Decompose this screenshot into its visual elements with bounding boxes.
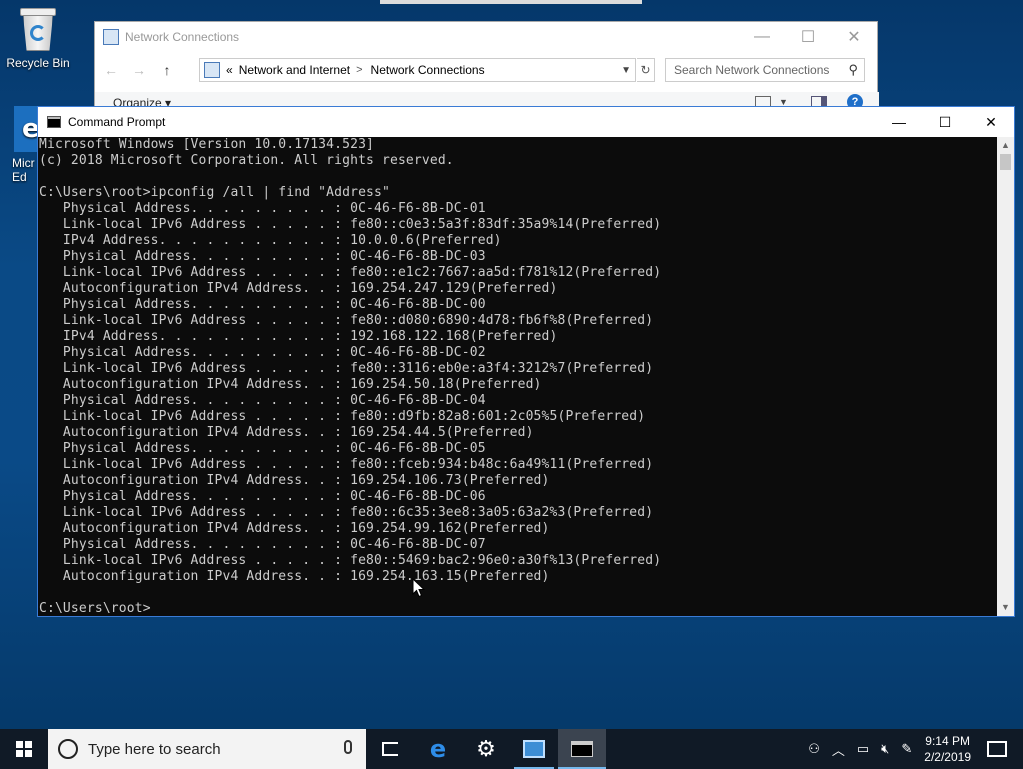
console-line: Physical Address. . . . . . . . . : 0C-4… [39,345,486,360]
console-line: Autoconfiguration IPv4 Address. . : 169.… [39,473,550,488]
console-line: Link-local IPv6 Address . . . . . : fe80… [39,457,654,472]
console-line: Physical Address. . . . . . . . . : 0C-4… [39,489,486,504]
cmd-title-bar[interactable]: Command Prompt [38,107,1014,137]
console-line: Autoconfiguration IPv4 Address. . : 169.… [39,569,550,584]
task-view-button[interactable] [366,729,414,769]
breadcrumb-overflow[interactable]: « [226,63,233,77]
recycle-bin-label: Recycle Bin [6,56,70,70]
start-button[interactable] [0,729,48,769]
console-line: (c) 2018 Microsoft Corporation. All righ… [39,153,454,168]
console-line: Link-local IPv6 Address . . . . . : fe80… [39,505,654,520]
console-line: Physical Address. . . . . . . . . : 0C-4… [39,201,486,216]
console-line: IPv4 Address. . . . . . . . . . . : 192.… [39,329,558,344]
console-line: IPv4 Address. . . . . . . . . . . : 10.0… [39,233,502,248]
cortana-icon [58,739,78,759]
command-prompt-window[interactable]: Command Prompt — ☐ ✕ Microsoft Windows [… [37,106,1015,617]
command-prompt-icon [47,116,61,128]
clock-time: 9:14 PM [925,734,970,748]
console-line: Autoconfiguration IPv4 Address. . : 169.… [39,377,542,392]
settings-taskbar-button[interactable]: ⚙ [462,729,510,769]
taskbar-search-box[interactable]: Type here to search [48,729,366,769]
console-line: C:\Users\root>ipconfig /all | find "Addr… [39,185,390,200]
address-bar[interactable]: « Network and Internet > Network Connect… [199,58,636,82]
maximize-button[interactable]: ☐ [785,22,831,52]
console-line: Autoconfiguration IPv4 Address. . : 169.… [39,425,534,440]
scroll-up-icon[interactable]: ▲ [997,137,1014,154]
refresh-icon[interactable]: ↻ [637,58,655,82]
scrollbar-thumb[interactable] [1000,154,1011,170]
chevron-up-icon[interactable]: ︿ [832,740,845,759]
network-connections-taskbar-button[interactable] [510,729,558,769]
task-view-icon [382,742,398,756]
network-connections-icon [523,740,545,758]
up-arrow-icon[interactable]: ↑ [155,62,179,78]
scroll-down-icon[interactable]: ▼ [997,599,1014,616]
edge-icon: e [429,735,447,763]
chevron-down-icon[interactable]: ▼ [621,65,631,76]
cmd-close-button[interactable]: ✕ [968,107,1014,137]
explorer-search-input[interactable]: Search Network Connections ⚲ [665,58,865,82]
start-icon [16,741,32,757]
console-line: Link-local IPv6 Address . . . . . : fe80… [39,553,662,568]
cmd-maximize-button[interactable]: ☐ [922,107,968,137]
pen-icon[interactable]: ✎ [901,741,912,757]
system-tray: ⚇ ︿ ▭ 🔇︎ ✎ 9:14 PM 2/2/2019 [802,729,1023,769]
cmd-title: Command Prompt [68,115,166,129]
console-line: Physical Address. . . . . . . . . : 0C-4… [39,393,486,408]
back-arrow-icon[interactable]: ← [99,62,123,78]
explorer-nav-bar: ← → ↑ « Network and Internet > Network C… [95,55,879,85]
microphone-icon[interactable] [344,740,352,754]
console-line: Link-local IPv6 Address . . . . . : fe80… [39,409,646,424]
console-line: Link-local IPv6 Address . . . . . : fe80… [39,217,662,232]
console-line: Physical Address. . . . . . . . . : 0C-4… [39,249,486,264]
forward-arrow-icon[interactable]: → [127,62,151,78]
console-scrollbar[interactable]: ▲ ▼ [997,137,1014,616]
minimize-button[interactable]: — [739,22,785,52]
console-line: Autoconfiguration IPv4 Address. . : 169.… [39,281,558,296]
console-line: C:\Users\root> [39,601,151,616]
console-output[interactable]: Microsoft Windows [Version 10.0.17134.52… [38,137,998,616]
recycle-bin-icon [18,8,58,52]
cmd-minimize-button[interactable]: — [876,107,922,137]
control-panel-icon [204,62,220,78]
taskbar: Type here to search e ⚙ ⚇ ︿ ▭ 🔇︎ ✎ 9:14 … [0,729,1023,769]
console-line: Physical Address. . . . . . . . . : 0C-4… [39,297,486,312]
command-prompt-icon [571,741,593,757]
breadcrumb-network-connections[interactable]: Network Connections [371,63,485,77]
desktop-top-strip [380,0,642,4]
taskbar-clock[interactable]: 9:14 PM 2/2/2019 [924,733,971,765]
search-icon: ⚲ [848,62,858,77]
close-button[interactable]: ✕ [831,22,877,52]
network-icon[interactable]: ▭ [857,741,869,757]
people-icon[interactable]: ⚇ [808,741,820,757]
mouse-cursor-icon [412,578,426,598]
network-connections-icon [103,29,119,45]
edge-taskbar-button[interactable]: e [414,729,462,769]
action-center-icon[interactable] [987,741,1007,757]
command-prompt-taskbar-button[interactable] [558,729,606,769]
volume-muted-icon[interactable]: 🔇︎ [881,741,889,757]
console-line: Link-local IPv6 Address . . . . . : fe80… [39,361,654,376]
console-line: Link-local IPv6 Address . . . . . : fe80… [39,313,654,328]
settings-icon: ⚙ [476,736,496,761]
console-line: Link-local IPv6 Address . . . . . : fe80… [39,265,662,280]
console-line: Physical Address. . . . . . . . . : 0C-4… [39,441,486,456]
breadcrumb-separator[interactable]: > [356,64,362,76]
console-line: Physical Address. . . . . . . . . : 0C-4… [39,537,486,552]
explorer-title: Network Connections [125,30,240,44]
clock-date: 2/2/2019 [924,750,971,764]
breadcrumb-network-and-internet[interactable]: Network and Internet [239,63,350,77]
taskbar-search-placeholder: Type here to search [88,740,221,758]
console-line: Microsoft Windows [Version 10.0.17134.52… [39,137,375,152]
console-line: Autoconfiguration IPv4 Address. . : 169.… [39,521,550,536]
recycle-bin-shortcut[interactable]: Recycle Bin [4,8,72,70]
